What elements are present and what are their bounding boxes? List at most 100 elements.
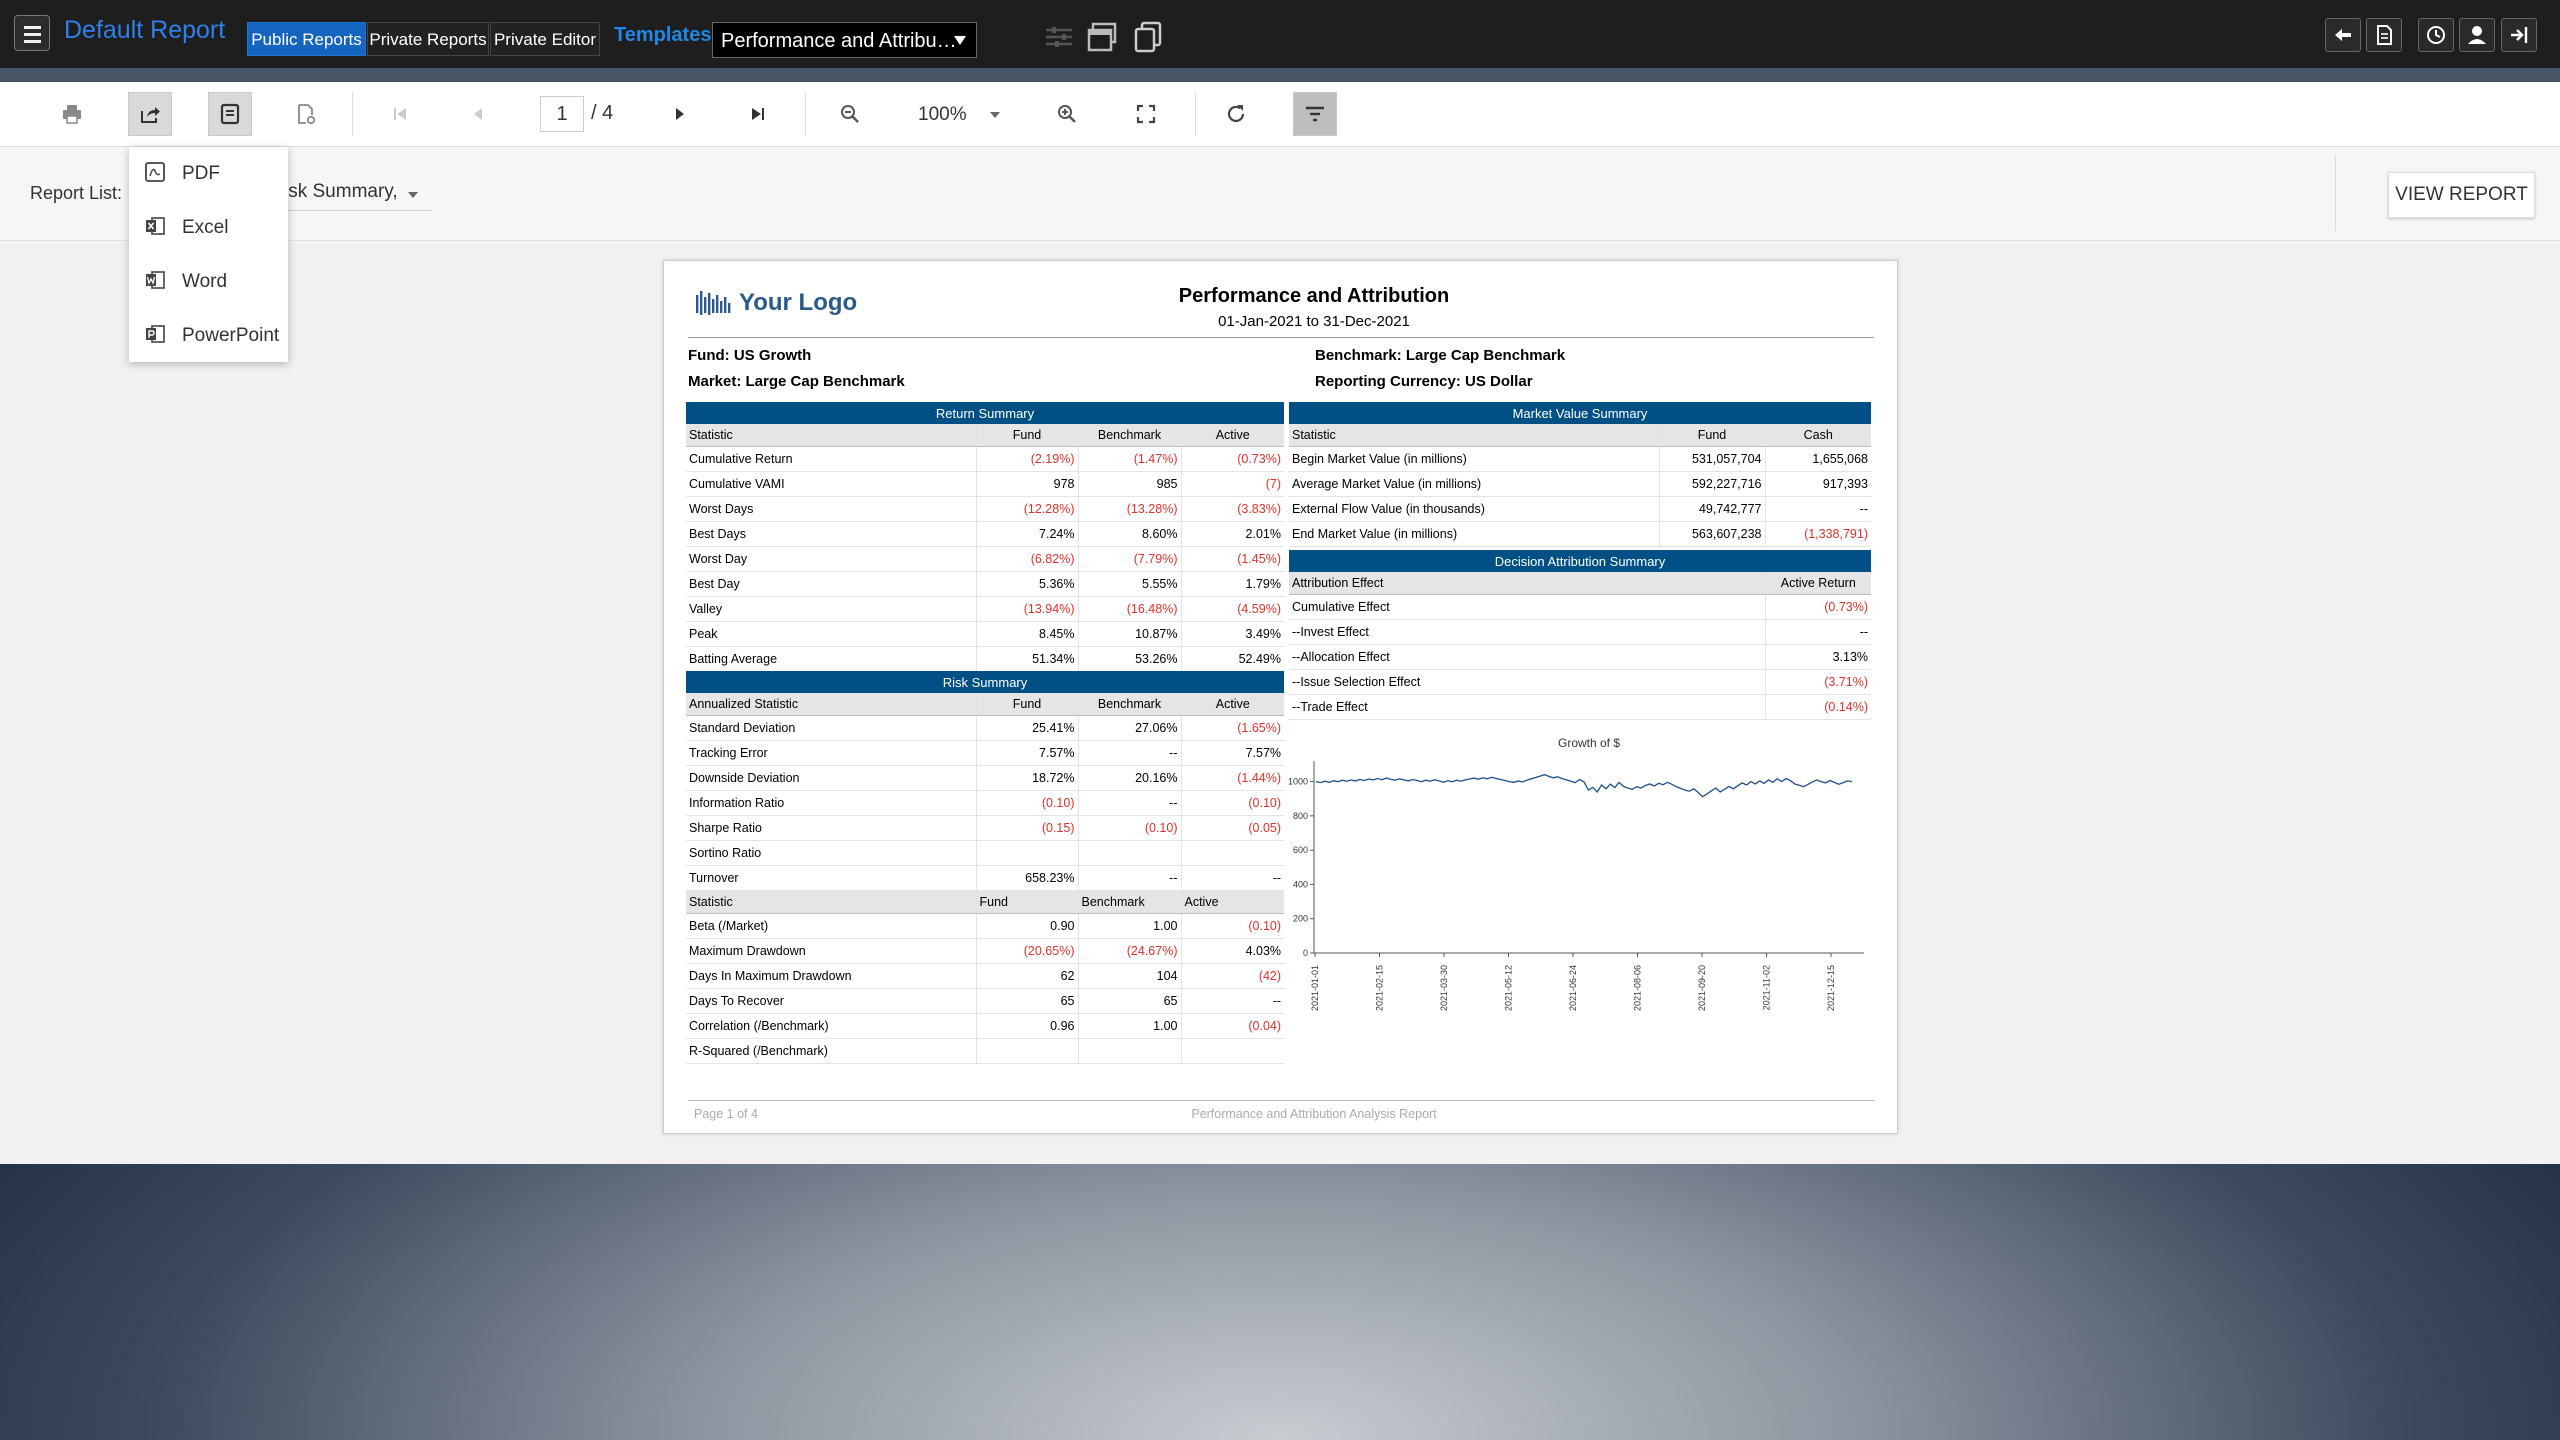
market-value-summary-table: Market Value Summary Statistic Fund Cash… (1289, 402, 1871, 547)
chevron-down-icon[interactable] (990, 112, 1000, 118)
parameters-toggle-button[interactable] (1293, 92, 1337, 136)
row-label: Peak (686, 621, 977, 647)
view-report-button[interactable]: VIEW REPORT (2388, 172, 2535, 218)
logout-icon (2511, 27, 2528, 43)
refresh-button[interactable] (1214, 92, 1258, 136)
risk-summary-title: Risk Summary (686, 671, 1285, 693)
table-cell: 592,227,716 (1659, 471, 1766, 497)
export-excel-item[interactable]: Excel (129, 201, 288, 255)
table-cell: 1,655,068 (1765, 446, 1871, 472)
table-row: Beta (/Market) 0.90 1.00 (0.10) (686, 913, 1285, 939)
powerpoint-icon (146, 325, 165, 343)
row-label: --Invest Effect (1289, 619, 1766, 645)
table-row: Cumulative Effect (0.73%) (1289, 594, 1872, 620)
footer-rule (688, 1100, 1874, 1101)
column-header: Active Return (1765, 572, 1872, 595)
next-page-button[interactable] (658, 92, 702, 136)
table-cell: 8.60% (1078, 521, 1182, 547)
zoom-in-button[interactable] (1045, 92, 1089, 136)
clock-icon (2427, 26, 2445, 44)
table-row: End Market Value (in millions) 563,607,23… (1289, 521, 1871, 547)
table-cell: (20.65%) (976, 938, 1079, 964)
x-tick-label: 2021-11-02 (1762, 965, 1772, 1010)
report-title: Performance and Attribution (1178, 285, 1450, 307)
copy-icon[interactable] (1130, 18, 1168, 56)
arrow-left-icon (2335, 29, 2351, 41)
table-row: Information Ratio (0.10) -- (0.10) (686, 790, 1285, 816)
footer-page-number: Page 1 of 4 (694, 1107, 758, 1121)
column-header: Benchmark (1078, 693, 1182, 716)
export-button[interactable] (128, 92, 172, 136)
return-summary-title: Return Summary (686, 402, 1284, 424)
export-excel-label: Excel (182, 217, 229, 238)
chevron-down-icon[interactable] (408, 192, 418, 198)
chart-title: Growth of $ (1558, 736, 1620, 750)
column-header: Statistic (686, 424, 977, 447)
export-pdf-item[interactable]: PDF (129, 147, 288, 201)
y-tick-label: 200 (1293, 914, 1308, 924)
column-header: Fund (976, 890, 1079, 914)
x-tick-label: 2021-02-15 (1375, 965, 1385, 1011)
toolbar-divider (352, 92, 353, 136)
column-header: Cash (1765, 424, 1871, 447)
user-button[interactable] (2459, 18, 2495, 52)
table-cell (1181, 1038, 1285, 1064)
row-label: --Trade Effect (1289, 694, 1766, 720)
last-page-icon (752, 108, 764, 120)
table-cell: 978 (976, 471, 1079, 497)
first-page-button[interactable] (378, 92, 422, 136)
tab-private-reports[interactable]: Private Reports (367, 22, 489, 56)
window-icon[interactable] (1084, 18, 1122, 56)
table-cell: (2.19%) (976, 446, 1079, 472)
document-view-button[interactable] (208, 92, 252, 136)
market-label: Market: Large Cap Benchmark (688, 373, 905, 390)
previous-page-button[interactable] (456, 92, 500, 136)
zoom-out-button[interactable] (828, 92, 872, 136)
table-cell: 49,742,777 (1659, 496, 1766, 522)
table-cell: (3.71%) (1765, 669, 1872, 695)
print-button[interactable] (50, 92, 94, 136)
export-word-item[interactable]: Word (129, 255, 288, 309)
user-icon (2468, 26, 2486, 44)
app-title[interactable]: Default Report (64, 16, 225, 45)
report-list-select[interactable]: isk Summary, (284, 181, 398, 203)
table-cell: 65 (1078, 988, 1182, 1014)
table-cell: (24.67%) (1078, 938, 1182, 964)
tab-public-reports[interactable]: Public Reports (247, 22, 366, 56)
row-label: Cumulative Return (686, 446, 977, 472)
tab-private-editor[interactable]: Private Editor (490, 22, 600, 56)
table-cell: 65 (976, 988, 1079, 1014)
top-bar-strip (0, 68, 2560, 82)
history-button[interactable] (2418, 18, 2454, 52)
back-button[interactable] (2325, 18, 2361, 52)
table-row: Best Day 5.36% 5.55% 1.79% (686, 571, 1284, 597)
templates-label[interactable]: Templates (614, 24, 711, 47)
page-number-input[interactable]: 1 (540, 96, 584, 132)
table-cell: (1.47%) (1078, 446, 1182, 472)
sliders-icon[interactable] (1040, 18, 1078, 56)
table-row: Begin Market Value (in millions) 531,057,… (1289, 446, 1871, 472)
fullscreen-button[interactable] (1124, 92, 1168, 136)
table-cell: (1,338,791) (1765, 521, 1871, 547)
document-button[interactable] (2366, 18, 2402, 52)
column-header: Fund (976, 693, 1079, 716)
table-row: --Allocation Effect 3.13% (1289, 644, 1872, 670)
row-label: Beta (/Market) (686, 913, 977, 939)
benchmark-label: Benchmark: Large Cap Benchmark (1315, 347, 1566, 364)
export-menu: PDF Excel Word PowerPoint (129, 147, 288, 362)
table-cell: (13.94%) (976, 596, 1079, 622)
table-cell: 10.87% (1078, 621, 1182, 647)
logout-button[interactable] (2501, 18, 2537, 52)
last-page-button[interactable] (736, 92, 780, 136)
decision-attribution-title: Decision Attribution Summary (1289, 550, 1872, 572)
row-label: Best Days (686, 521, 977, 547)
export-powerpoint-item[interactable]: PowerPoint (129, 309, 288, 363)
row-label: Turnover (686, 865, 977, 891)
market-value-summary-title: Market Value Summary (1289, 402, 1871, 424)
menu-icon[interactable] (14, 15, 50, 51)
page-setup-button[interactable] (284, 92, 328, 136)
table-cell: 53.26% (1078, 646, 1182, 672)
row-label: Downside Deviation (686, 765, 977, 791)
zoom-level-select[interactable]: 100% (918, 104, 967, 126)
template-select[interactable]: Performance and Attribu… (712, 22, 977, 58)
